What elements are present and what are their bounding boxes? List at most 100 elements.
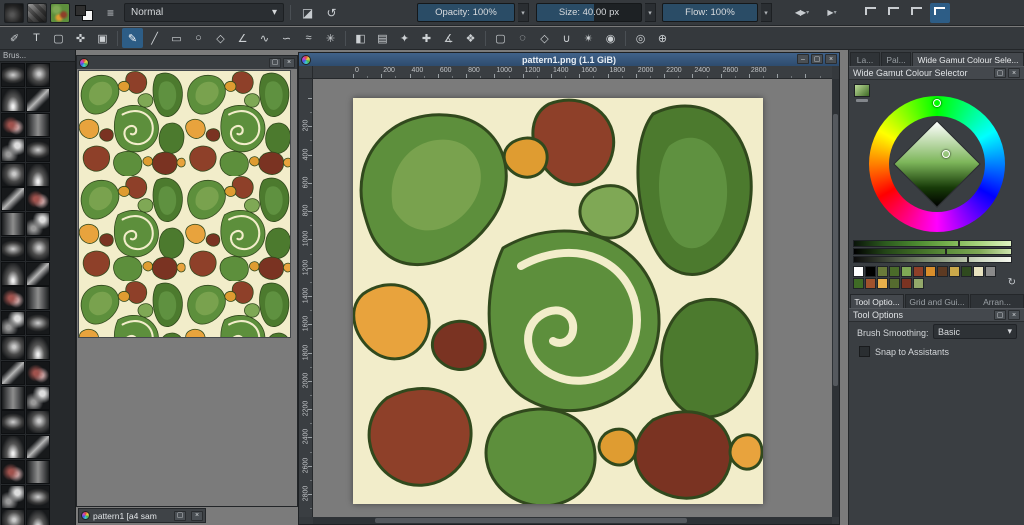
shade-handle[interactable]	[856, 99, 868, 102]
opacity-dropdown-button[interactable]: ▾	[518, 3, 529, 22]
close-button[interactable]: ×	[283, 58, 295, 68]
brush-preset-thumbnail[interactable]	[1, 361, 25, 385]
shade-strip-1[interactable]	[853, 240, 1012, 247]
brush-preset-thumbnail[interactable]	[26, 88, 50, 112]
brush-preset-thumbnail[interactable]	[1, 509, 25, 525]
float-button[interactable]: ▢	[994, 310, 1006, 320]
close-button[interactable]: ×	[1008, 310, 1020, 320]
magnetic-select-tool[interactable]: ◉	[600, 28, 621, 48]
size-dropdown-button[interactable]: ▾	[645, 3, 656, 22]
pattern-chooser-button[interactable]	[50, 3, 70, 23]
zoom-tool[interactable]: ◎	[630, 28, 651, 48]
similar-select-tool[interactable]: ✴	[578, 28, 599, 48]
close-button[interactable]: ×	[825, 54, 837, 64]
secondary-window-titlebar[interactable]: ▢ ×	[77, 56, 297, 69]
shade-preview-swatch[interactable]	[854, 84, 870, 97]
history-color-swatch[interactable]	[973, 266, 984, 277]
multibrush-tool[interactable]: ✳	[320, 28, 341, 48]
brush-preset-thumbnail[interactable]	[1, 113, 25, 137]
assistants-tool[interactable]: ✚	[416, 28, 437, 48]
history-color-swatch[interactable]	[937, 266, 948, 277]
horizontal-scrollbar[interactable]	[313, 517, 832, 524]
brush-preset-thumbnail[interactable]	[1, 311, 25, 335]
close-button[interactable]: ×	[1008, 68, 1020, 78]
vertical-scrollbar[interactable]	[832, 79, 839, 517]
bezier-curve-tool[interactable]: ∿	[254, 28, 275, 48]
tab-arrangements[interactable]: Arran...	[970, 294, 1024, 308]
history-color-swatch[interactable]	[913, 278, 924, 289]
brush-preset-thumbnail[interactable]	[26, 138, 50, 162]
snap-corner-button-2[interactable]	[884, 3, 904, 23]
brush-preset-thumbnail[interactable]	[26, 485, 50, 509]
gradient-chooser-button[interactable]	[27, 3, 47, 23]
sv-indicator[interactable]	[942, 150, 950, 158]
polygonal-select-tool[interactable]: ◇	[534, 28, 555, 48]
rectangle-tool[interactable]: ▭	[166, 28, 187, 48]
minimized-document-bar[interactable]: pattern1 [a4 sam ▢ ×	[78, 508, 206, 523]
snap-corner-button-1[interactable]	[861, 3, 881, 23]
eraser-mode-button[interactable]: ◪	[297, 3, 318, 23]
brush-preset-thumbnail[interactable]	[1, 410, 25, 434]
brush-editor-toggle[interactable]: ≡	[100, 3, 121, 23]
mirror-horizontal-button[interactable]: ◀▶▾	[787, 3, 817, 23]
reference-images-tool[interactable]: ❖	[460, 28, 481, 48]
history-color-swatch[interactable]	[853, 266, 864, 277]
brush-preset-thumbnail[interactable]	[26, 212, 50, 236]
rectangular-select-tool[interactable]: ▢	[490, 28, 511, 48]
brush-preset-thumbnail[interactable]	[1, 460, 25, 484]
brush-preset-thumbnail[interactable]	[26, 509, 50, 525]
history-color-swatch[interactable]	[877, 266, 888, 277]
ellipse-tool[interactable]: ○	[188, 28, 209, 48]
brush-preset-thumbnail[interactable]	[1, 386, 25, 410]
brush-preset-thumbnail[interactable]	[1, 336, 25, 360]
brush-preset-thumbnail[interactable]	[26, 410, 50, 434]
move-tool[interactable]: ✜	[70, 28, 91, 48]
float-button[interactable]: ▢	[994, 68, 1006, 78]
freehand-path-tool[interactable]: ∽	[276, 28, 297, 48]
scrollbar-thumb[interactable]	[375, 518, 686, 523]
foreground-color-swatch[interactable]	[75, 5, 86, 16]
brush-preset-thumbnail[interactable]	[1, 63, 25, 87]
brush-preset-thumbnail[interactable]	[26, 361, 50, 385]
brush-preset-thumbnail[interactable]	[1, 286, 25, 310]
color-selector-docker-header[interactable]: Wide Gamut Colour Selector ▢ ×	[849, 66, 1024, 80]
edit-shapes-tool[interactable]: ✐	[4, 28, 25, 48]
tool-options-docker-header[interactable]: Tool Options ▢ ×	[849, 308, 1024, 322]
tab-tool-options[interactable]: Tool Optio...	[850, 294, 904, 308]
float-button[interactable]: ▢	[269, 58, 281, 68]
history-color-swatch[interactable]	[865, 266, 876, 277]
tab-grid-and-guides[interactable]: Grid and Gui...	[905, 294, 969, 308]
elliptical-select-tool[interactable]: ◌	[512, 28, 533, 48]
tab-palette[interactable]: Pal...	[881, 52, 911, 66]
flow-dropdown-button[interactable]: ▾	[761, 3, 772, 22]
snap-to-assistants-checkbox[interactable]	[859, 346, 870, 357]
restore-button[interactable]: ▢	[811, 54, 823, 64]
opacity-slider[interactable]: Opacity: 100%	[417, 3, 515, 22]
shade-strip-2[interactable]	[853, 248, 1012, 255]
blending-mode-select[interactable]: Normal ▾	[124, 3, 284, 22]
snap-corner-button-4[interactable]	[930, 3, 950, 23]
brush-preset-thumbnail[interactable]	[26, 262, 50, 286]
brush-preset-thumbnail[interactable]	[26, 386, 50, 410]
mirror-vertical-button[interactable]: ▶▾	[820, 3, 844, 23]
fg-bg-colors[interactable]	[73, 3, 97, 23]
tab-wide-gamut-selector[interactable]: Wide Gamut Colour Sele...	[912, 52, 1024, 66]
brush-preset-thumbnail[interactable]	[1, 163, 25, 187]
snap-corner-button-3[interactable]	[907, 3, 927, 23]
text-tool[interactable]: T	[26, 28, 47, 48]
brush-preset-thumbnail[interactable]	[1, 237, 25, 261]
reload-preset-button[interactable]: ↺	[321, 3, 342, 23]
brush-docker-tab[interactable]: Brus...	[0, 50, 75, 62]
canvas-area[interactable]	[313, 79, 832, 517]
measure-tool[interactable]: ∡	[438, 28, 459, 48]
history-color-swatch[interactable]	[901, 278, 912, 289]
shade-strip-3[interactable]	[853, 256, 1012, 263]
history-color-swatch[interactable]	[961, 266, 972, 277]
document-titlebar[interactable]: pattern1.png (1.1 GiB) – ▢ ×	[299, 53, 839, 66]
close-button[interactable]: ×	[191, 511, 203, 521]
hue-indicator[interactable]	[933, 99, 941, 107]
scrollbar-thumb[interactable]	[833, 114, 838, 386]
history-color-swatch[interactable]	[877, 278, 888, 289]
flow-slider[interactable]: Flow: 100%	[662, 3, 758, 22]
history-color-swatch[interactable]	[925, 266, 936, 277]
